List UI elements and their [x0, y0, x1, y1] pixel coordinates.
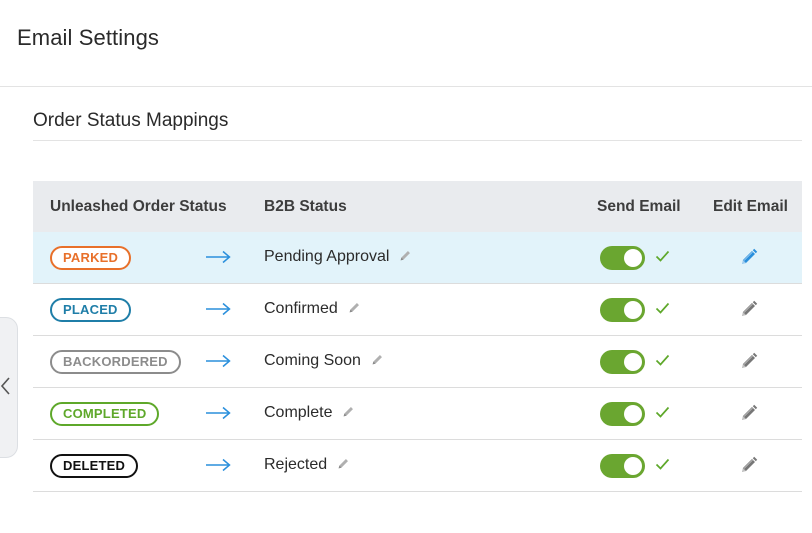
section-divider — [33, 140, 802, 141]
chevron-left-icon — [0, 377, 10, 395]
toggle-knob — [624, 249, 642, 267]
column-header-unleashed-status: Unleashed Order Status — [50, 198, 227, 215]
pencil-icon[interactable] — [342, 405, 355, 418]
send-email-toggle[interactable] — [600, 402, 645, 426]
arrow-right-icon — [206, 406, 231, 420]
b2b-status-cell: Coming Soon — [264, 352, 384, 370]
column-header-b2b-status: B2B Status — [264, 198, 347, 215]
table-header: Unleashed Order Status B2B Status Send E… — [33, 181, 802, 232]
status-badge: PARKED — [50, 246, 132, 270]
pencil-icon[interactable] — [371, 353, 384, 366]
column-header-send-email: Send Email — [597, 198, 681, 215]
check-icon — [655, 406, 670, 418]
b2b-status-label: Complete — [264, 404, 333, 421]
check-icon — [655, 354, 670, 366]
column-header-edit-email: Edit Email — [713, 198, 788, 215]
page-title: Email Settings — [17, 25, 160, 50]
table-body: PARKED Pending Approval PLACED Confirmed BAC… — [33, 232, 802, 492]
edit-email-icon[interactable] — [740, 404, 758, 422]
b2b-status-label: Rejected — [264, 456, 328, 473]
pencil-icon[interactable] — [348, 301, 361, 314]
check-icon — [655, 458, 670, 470]
arrow-right-icon — [206, 354, 231, 368]
status-badge: COMPLETED — [50, 402, 160, 426]
b2b-status-label: Pending Approval — [264, 248, 390, 265]
b2b-status-cell: Rejected — [264, 456, 350, 474]
status-badge: DELETED — [50, 454, 139, 478]
arrow-right-icon — [206, 302, 231, 316]
arrow-right-icon — [206, 250, 231, 264]
table-row: PLACED Confirmed — [33, 284, 802, 336]
toggle-knob — [624, 301, 642, 319]
toggle-knob — [624, 353, 642, 371]
pencil-icon[interactable] — [399, 249, 412, 262]
send-email-toggle[interactable] — [600, 454, 645, 478]
b2b-status-label: Confirmed — [264, 300, 338, 317]
status-mapping-table: Unleashed Order Status B2B Status Send E… — [33, 181, 802, 492]
table-row: COMPLETED Complete — [33, 388, 802, 440]
send-email-toggle[interactable] — [600, 246, 645, 270]
send-email-toggle[interactable] — [600, 350, 645, 374]
status-badge: BACKORDERED — [50, 350, 181, 374]
table-row: DELETED Rejected — [33, 440, 802, 492]
check-icon — [655, 302, 670, 314]
section-title: Order Status Mappings — [33, 110, 229, 131]
arrow-right-icon — [206, 458, 231, 472]
b2b-status-cell: Pending Approval — [264, 248, 412, 266]
edit-email-icon[interactable] — [740, 352, 758, 370]
edit-email-icon[interactable] — [740, 456, 758, 474]
toggle-knob — [624, 457, 642, 475]
toggle-knob — [624, 405, 642, 423]
edit-email-icon[interactable] — [740, 248, 758, 266]
table-row: BACKORDERED Coming Soon — [33, 336, 802, 388]
edit-email-icon[interactable] — [740, 300, 758, 318]
page-header: Email Settings — [0, 0, 812, 87]
pencil-icon[interactable] — [337, 457, 350, 470]
sidebar-collapse-tab[interactable] — [0, 317, 18, 458]
send-email-toggle[interactable] — [600, 298, 645, 322]
b2b-status-cell: Complete — [264, 404, 355, 422]
b2b-status-cell: Confirmed — [264, 300, 361, 318]
b2b-status-label: Coming Soon — [264, 352, 361, 369]
table-row: PARKED Pending Approval — [33, 232, 802, 284]
check-icon — [655, 250, 670, 262]
status-badge: PLACED — [50, 298, 131, 322]
